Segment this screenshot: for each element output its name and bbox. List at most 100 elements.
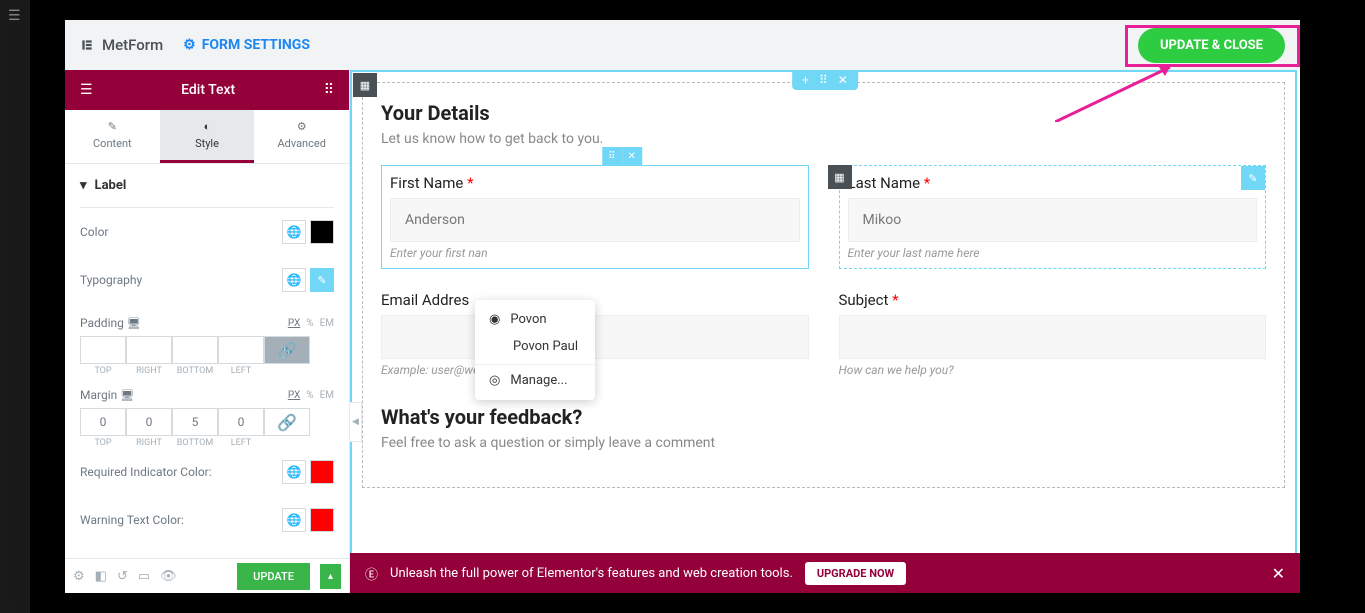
tab-content[interactable]: ✎Content bbox=[65, 110, 160, 163]
padding-top-input[interactable] bbox=[80, 336, 126, 364]
control-typography: Typography 🌐 ✎ bbox=[80, 256, 334, 304]
sidebar-footer: ⚙ ◧ ↺ ▭ 👁 UPDATE ▴ bbox=[65, 558, 349, 593]
user-icon: ◉ bbox=[489, 312, 500, 327]
navigator-icon[interactable]: ◧ bbox=[95, 569, 107, 584]
color-swatch-red[interactable] bbox=[310, 460, 334, 484]
padding-inputs: 🔗 bbox=[80, 336, 334, 364]
subject-input[interactable] bbox=[839, 315, 1267, 359]
control-warning-color: Warning Text Color: 🌐 bbox=[80, 496, 334, 544]
required-asterisk: * bbox=[924, 174, 930, 192]
first-name-input[interactable] bbox=[390, 198, 800, 242]
drag-handle-icon[interactable]: ▦ bbox=[828, 165, 852, 189]
form-canvas: + ⠿ ✕ ▦ Your Details Let us know how to … bbox=[350, 70, 1300, 593]
sidebar-collapse-toggle[interactable]: ◀ bbox=[350, 402, 362, 442]
gear-icon: ⚙ bbox=[297, 120, 307, 133]
globe-icon[interactable]: 🌐 bbox=[282, 460, 306, 484]
margin-bottom-input[interactable] bbox=[172, 408, 218, 436]
tab-advanced[interactable]: ⚙Advanced bbox=[254, 110, 349, 163]
last-name-input[interactable] bbox=[848, 198, 1258, 242]
drag-icon[interactable]: ⠿ bbox=[602, 147, 622, 165]
required-asterisk: * bbox=[892, 291, 898, 309]
update-close-button[interactable]: UPDATE & CLOSE bbox=[1138, 28, 1285, 63]
gear-icon: ⚙ bbox=[183, 37, 196, 53]
close-icon[interactable]: ✕ bbox=[838, 73, 848, 87]
autofill-dropdown[interactable]: ◉Povon Povon Paul ◎Manage... bbox=[475, 300, 595, 400]
padding-left-input[interactable] bbox=[218, 336, 264, 364]
sidebar-title: Edit Text bbox=[181, 82, 235, 98]
last-name-widget[interactable]: ▦ ✎ Last Name * Enter your last name her… bbox=[839, 165, 1267, 269]
padding-right-input[interactable] bbox=[126, 336, 172, 364]
first-name-helper: Enter your first nan bbox=[390, 246, 800, 260]
pencil-icon: ✎ bbox=[108, 120, 117, 133]
section-label[interactable]: ▾Label bbox=[80, 164, 334, 208]
modal-header: MetForm ⚙ FORM SETTINGS UPDATE & CLOSE bbox=[65, 20, 1300, 70]
metform-editor-modal: MetForm ⚙ FORM SETTINGS UPDATE & CLOSE ☰… bbox=[65, 20, 1300, 593]
control-color: Color 🌐 bbox=[80, 208, 334, 256]
globe-icon[interactable]: 🌐 bbox=[282, 268, 306, 292]
section-title: Your Details bbox=[381, 101, 1266, 125]
style-panel: ▾Label Color 🌐 Typography 🌐 ✎ bbox=[65, 164, 349, 558]
caret-down-icon: ▾ bbox=[80, 178, 87, 193]
margin-link-button[interactable]: 🔗 bbox=[264, 408, 310, 436]
autofill-option[interactable]: Povon Paul bbox=[475, 333, 595, 360]
elementor-icon bbox=[80, 38, 94, 52]
brand-label: MetForm bbox=[102, 36, 163, 54]
upgrade-now-button[interactable]: UPGRADE NOW bbox=[805, 562, 906, 585]
section-subtitle: Let us know how to get back to you. bbox=[381, 131, 1266, 147]
padding-bottom-input[interactable] bbox=[172, 336, 218, 364]
last-name-helper: Enter your last name here bbox=[848, 246, 1258, 260]
sidebar-header: ☰ Edit Text ⠿ bbox=[65, 70, 349, 110]
margin-left-input[interactable] bbox=[218, 408, 264, 436]
responsive-icon[interactable]: ▭ bbox=[138, 569, 150, 584]
subject-widget[interactable]: Subject * How can we help you? bbox=[839, 291, 1267, 377]
form-settings-label: FORM SETTINGS bbox=[202, 37, 310, 53]
margin-units[interactable]: PX%EM bbox=[288, 390, 334, 401]
preview-icon[interactable]: 👁 bbox=[160, 569, 177, 584]
hamburger-icon[interactable]: ☰ bbox=[80, 82, 93, 98]
upgrade-banner: Ⓔ Unleash the full power of Elementor's … bbox=[350, 553, 1300, 593]
typography-edit-button[interactable]: ✎ bbox=[310, 268, 334, 292]
color-swatch-red[interactable] bbox=[310, 508, 334, 532]
drag-icon[interactable]: ⠿ bbox=[819, 73, 828, 87]
brand: MetForm bbox=[80, 36, 163, 54]
margin-top-input[interactable] bbox=[80, 408, 126, 436]
edit-widget-button[interactable]: ✎ bbox=[1241, 166, 1265, 190]
desktop-icon[interactable]: 🖥 bbox=[120, 389, 134, 402]
feedback-title: What's your feedback? bbox=[381, 405, 1266, 429]
globe-icon[interactable]: 🌐 bbox=[282, 508, 306, 532]
add-icon[interactable]: + bbox=[802, 73, 809, 87]
chrome-icon: ◎ bbox=[489, 373, 500, 388]
update-button[interactable]: UPDATE bbox=[237, 563, 310, 590]
color-swatch-black[interactable] bbox=[310, 220, 334, 244]
apps-icon[interactable]: ⠿ bbox=[324, 82, 334, 98]
autofill-option[interactable]: ◉Povon bbox=[475, 306, 595, 333]
elementor-icon: Ⓔ bbox=[365, 564, 378, 583]
padding-link-button[interactable]: 🔗 bbox=[264, 336, 310, 364]
globe-icon[interactable]: 🌐 bbox=[282, 220, 306, 244]
control-margin: Margin 🖥 PX%EM bbox=[80, 376, 334, 404]
close-icon[interactable]: ✕ bbox=[622, 147, 642, 165]
sidebar-tabs: ✎Content ◐Style ⚙Advanced bbox=[65, 110, 349, 164]
feedback-subtitle: Feel free to ask a question or simply le… bbox=[381, 435, 1266, 451]
subject-helper: How can we help you? bbox=[839, 363, 1267, 377]
history-icon[interactable]: ↺ bbox=[117, 569, 128, 584]
control-padding: Padding 🖥 PX%EM bbox=[80, 304, 334, 332]
settings-icon[interactable]: ⚙ bbox=[73, 569, 85, 584]
autofill-manage[interactable]: ◎Manage... bbox=[475, 364, 595, 394]
desktop-icon[interactable]: 🖥 bbox=[127, 317, 141, 330]
update-caret-button[interactable]: ▴ bbox=[320, 564, 341, 589]
required-asterisk: * bbox=[467, 174, 473, 192]
first-name-widget[interactable]: First Name * Enter your first nan bbox=[381, 165, 809, 269]
section-toolbar[interactable]: + ⠿ ✕ bbox=[792, 70, 858, 90]
form-settings-link[interactable]: ⚙ FORM SETTINGS bbox=[183, 37, 310, 53]
control-required-color: Required Indicator Color: 🌐 bbox=[80, 448, 334, 496]
margin-inputs: 🔗 bbox=[80, 408, 334, 436]
close-icon[interactable]: ✕ bbox=[1272, 564, 1285, 583]
droplet-icon: ◐ bbox=[204, 120, 211, 133]
drag-handle-icon[interactable]: ▦ bbox=[353, 73, 377, 97]
padding-units[interactable]: PX%EM bbox=[288, 318, 334, 329]
margin-right-input[interactable] bbox=[126, 408, 172, 436]
tab-style[interactable]: ◐Style bbox=[160, 110, 255, 163]
banner-text: Unleash the full power of Elementor's fe… bbox=[390, 566, 793, 581]
editor-sidebar: ☰ Edit Text ⠿ ✎Content ◐Style ⚙Advanced … bbox=[65, 70, 350, 593]
